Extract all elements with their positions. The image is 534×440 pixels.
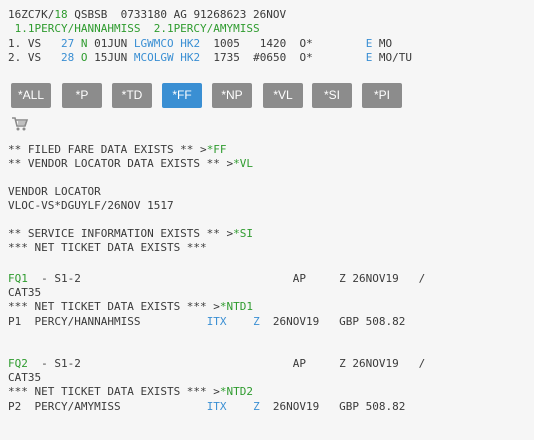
segment-2-flight-link[interactable]: 28 — [61, 51, 74, 64]
segment-2-class: O — [74, 51, 95, 64]
fq1-itx: ITX — [206, 315, 227, 328]
fq1-passenger-name: P1 PERCY/HANNAHMISS — [8, 315, 207, 328]
filed-fare-link[interactable]: *FF — [207, 143, 227, 156]
segment-2-status: HK2 — [173, 51, 201, 64]
tab-np[interactable]: *NP — [212, 83, 252, 108]
segment-2-route-link[interactable]: MCOLGW — [134, 51, 174, 64]
fq1-fare: 26NOV19 GBP 508.82 — [259, 315, 406, 328]
fq1-link[interactable]: FQ1 — [8, 272, 28, 285]
tab-ff[interactable]: *FF — [162, 83, 202, 108]
vendor-locator-line: VLOC-VS*DGUYLF/26NOV 1517 — [8, 199, 174, 212]
fq1-header-details: - S1-2 AP Z 26NOV19 / — [27, 272, 426, 285]
shopping-cart-icon[interactable] — [11, 116, 29, 132]
fq1-cat-line: CAT35 — [8, 286, 42, 299]
vendor-locator-header: VENDOR LOCATOR — [8, 185, 101, 198]
fq1-header-line: FQ1 - S1-2 AP Z 26NOV19 / — [8, 272, 425, 286]
segment-1-class: N — [74, 37, 95, 50]
segment-1-days: MO — [372, 37, 393, 50]
tab-si[interactable]: *SI — [312, 83, 352, 108]
segment-2-carrier: 2. VS — [8, 51, 61, 64]
tab-all[interactable]: *ALL — [11, 83, 51, 108]
tab-p[interactable]: *P — [62, 83, 102, 108]
fq2-link[interactable]: FQ2 — [8, 357, 28, 370]
fq2-net-ticket-line: *** NET TICKET DATA EXISTS *** >*NTD2 — [8, 385, 253, 399]
vendor-locator-exists-line: ** VENDOR LOCATOR DATA EXISTS ** >*VL — [8, 157, 253, 171]
segment-1-route-link[interactable]: LGWMCO — [134, 37, 174, 50]
segment-1-flight-link[interactable]: 27 — [61, 37, 74, 50]
fq1-passenger-line: P1 PERCY/HANNAHMISS ITX Z 26NOV19 GBP 50… — [8, 315, 405, 329]
record-locator: 16ZC7K/ — [8, 8, 55, 21]
vendor-locator-text: ** VENDOR LOCATOR DATA EXISTS ** > — [8, 157, 234, 170]
segment-1-date: 01JUN — [94, 37, 134, 50]
fq2-net-ticket-text: *** NET TICKET DATA EXISTS *** > — [8, 385, 220, 398]
tab-vl[interactable]: *VL — [263, 83, 303, 108]
service-info-text: ** SERVICE INFORMATION EXISTS ** > — [8, 227, 234, 240]
segment-1-line: 1. VS 27 N 01JUN LGWMCO HK2 1005 1420 O*… — [8, 37, 392, 51]
fq2-header-line: FQ2 - S1-2 AP Z 26NOV19 / — [8, 357, 425, 371]
fq2-z: Z — [253, 400, 260, 413]
header-details: QSBSB 0733180 AG 91268623 26NOV — [67, 8, 287, 21]
fq1-ntd-link[interactable]: *NTD1 — [220, 300, 253, 313]
fq2-cat-line: CAT35 — [8, 371, 42, 384]
tab-td[interactable]: *TD — [112, 83, 152, 108]
agent-number: 18 — [54, 8, 68, 21]
fq2-passenger-line: P2 PERCY/AMYMISS ITX Z 26NOV19 GBP 508.8… — [8, 400, 405, 414]
fq1-net-ticket-text: *** NET TICKET DATA EXISTS *** > — [8, 300, 220, 313]
segment-1-times: 1005 1420 O* — [200, 37, 366, 50]
vendor-locator-link[interactable]: *VL — [233, 157, 253, 170]
pnr-header-line: 16ZC7K/18 QSBSB 0733180 AG 91268623 26NO… — [8, 8, 286, 22]
filed-fare-line: ** FILED FARE DATA EXISTS ** >*FF — [8, 143, 227, 157]
segment-1-status: HK2 — [173, 37, 201, 50]
tab-pi[interactable]: *PI — [362, 83, 402, 108]
fq1-net-ticket-line: *** NET TICKET DATA EXISTS *** >*NTD1 — [8, 300, 253, 314]
fq2-fare: 26NOV19 GBP 508.82 — [259, 400, 406, 413]
segment-2-line: 2. VS 28 O 15JUN MCOLGW HK2 1735 #0650 O… — [8, 51, 412, 65]
segment-2-date: 15JUN — [94, 51, 134, 64]
segment-2-days: MO/TU — [372, 51, 413, 64]
service-info-line: ** SERVICE INFORMATION EXISTS ** >*SI — [8, 227, 253, 241]
fq1-z: Z — [253, 315, 260, 328]
passenger-names-line: 1.1PERCY/HANNAHMISS 2.1PERCY/AMYMISS — [8, 22, 260, 35]
filed-fare-text: ** FILED FARE DATA EXISTS ** > — [8, 143, 207, 156]
fq2-passenger-name: P2 PERCY/AMYMISS — [8, 400, 207, 413]
fq2-header-details: - S1-2 AP Z 26NOV19 / — [27, 357, 426, 370]
service-info-link[interactable]: *SI — [233, 227, 253, 240]
segment-2-times: 1735 #0650 O* — [200, 51, 366, 64]
net-ticket-line: *** NET TICKET DATA EXISTS *** — [8, 241, 207, 254]
segment-1-carrier: 1. VS — [8, 37, 61, 50]
fq2-itx: ITX — [206, 400, 227, 413]
fq2-ntd-link[interactable]: *NTD2 — [220, 385, 253, 398]
